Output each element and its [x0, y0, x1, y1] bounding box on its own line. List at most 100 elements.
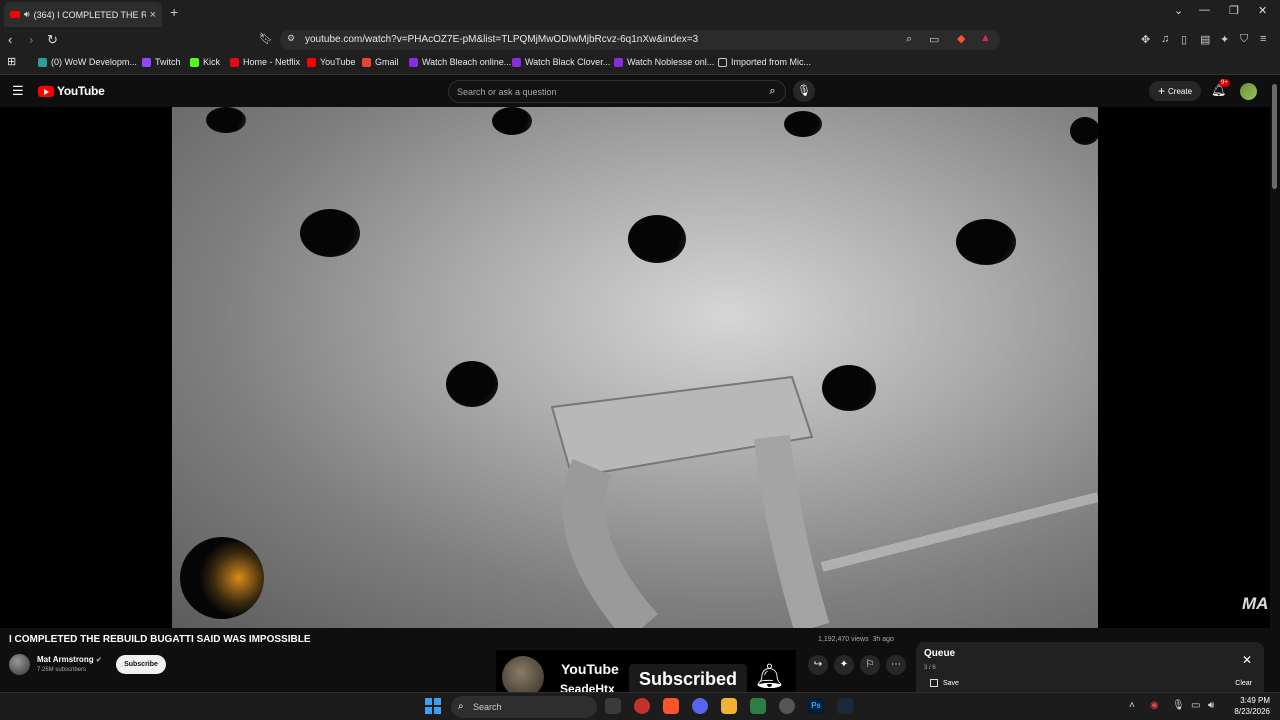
discord-icon[interactable] — [692, 698, 708, 714]
tray-overflow-icon[interactable]: ˄ — [1129, 700, 1135, 711]
extensions-icon[interactable]: ✥ — [1141, 33, 1150, 46]
window-close-icon[interactable]: ✕ — [1258, 4, 1267, 17]
channel-name-text: Mat Armstrong — [37, 655, 94, 664]
taskbar-clock[interactable]: 3:49 PM 8/23/2026 — [1226, 695, 1270, 717]
clock-time: 3:49 PM — [1240, 696, 1270, 705]
plus-icon: + — [1157, 84, 1165, 98]
bookmark-item[interactable]: Kick — [190, 57, 220, 67]
microphone-icon[interactable]: 🎙︎ — [793, 80, 815, 102]
bookmark-favicon-icon — [512, 57, 521, 67]
channel-name[interactable]: Mat Armstrong ✔ — [37, 655, 102, 664]
queue-close-icon[interactable]: ✕ — [1242, 653, 1252, 667]
file-explorer-icon[interactable] — [721, 698, 737, 714]
steam-icon[interactable] — [837, 698, 853, 714]
brave-rewards-icon[interactable]: ▲ — [980, 32, 991, 44]
video-player[interactable]: MA — [0, 107, 1270, 628]
media-icon[interactable]: ♫ — [1161, 33, 1169, 45]
tray-app-icon[interactable]: ◉ — [1150, 700, 1159, 711]
bookmark-favicon-icon — [362, 57, 371, 67]
bookmark-label: Kick — [203, 57, 221, 67]
bookmark-item[interactable]: Gmail — [362, 57, 399, 67]
site-info-icon[interactable]: ⚙ — [287, 33, 295, 44]
forward-icon[interactable]: › — [29, 32, 33, 47]
bookmark-item[interactable]: Watch Bleach online... — [409, 57, 511, 67]
browser-tab[interactable]: 🔊︎ (364) I COMPLETED THE REBU × — [4, 2, 162, 27]
taskbar-search[interactable]: ⌕ Search — [451, 696, 597, 718]
taskbar-search-icon: ⌕ — [458, 701, 464, 712]
bookmark-item[interactable]: Watch Black Clover... — [512, 57, 610, 67]
reload-icon[interactable]: ↻ — [47, 32, 58, 48]
account-avatar[interactable] — [1240, 83, 1257, 100]
tab-close-icon[interactable]: × — [150, 9, 156, 21]
save-bookmark-icon[interactable]: ⚐ — [860, 655, 880, 675]
bookmark-favicon-icon — [614, 57, 623, 67]
hamburger-menu-icon[interactable]: ☰ — [12, 83, 24, 99]
youtube-wordmark: YouTube — [57, 84, 105, 98]
windows-start-icon[interactable] — [425, 698, 441, 714]
search-box: ⌕ — [448, 80, 786, 103]
youtube-favicon-icon — [10, 11, 20, 18]
search-icon[interactable]: ⌕ — [764, 83, 781, 100]
bookmark-item[interactable]: Home - Netflix — [230, 57, 300, 67]
more-actions-icon[interactable]: ⋯ — [886, 655, 906, 675]
folder-icon — [718, 57, 727, 67]
bookmark-label: Watch Black Clover... — [525, 57, 611, 67]
bookmark-label: (0) WoW Developm... — [51, 57, 137, 67]
tab-search-chevron-icon[interactable]: ⌄ — [1174, 4, 1183, 17]
bookmark-label: Twitch — [155, 57, 181, 67]
subscriber-count: 7.26M subscribers — [37, 667, 87, 673]
search-input[interactable] — [457, 84, 757, 99]
page-scrollbar[interactable] — [1272, 84, 1277, 189]
bookmark-item[interactable]: YouTube — [307, 57, 355, 67]
display-tray-icon[interactable]: ▭ — [1191, 700, 1200, 711]
microphone-tray-icon[interactable]: 🎙︎ — [1172, 700, 1185, 711]
apps-grid-icon[interactable]: ⊞ — [7, 55, 16, 68]
browser-menu-icon[interactable]: ≡ — [1260, 33, 1266, 45]
channel-avatar[interactable] — [9, 654, 30, 675]
zoom-search-icon[interactable]: ⌕ — [906, 33, 912, 46]
bookmark-folder[interactable]: Imported from Mic... — [718, 57, 811, 67]
brave-shield-icon[interactable]: ◆ — [957, 32, 965, 45]
subscribed-button[interactable]: Subscribed — [629, 664, 747, 695]
vpn-shield-icon[interactable]: ⛉ — [1240, 33, 1248, 46]
maximize-icon[interactable]: ❐ — [1229, 4, 1239, 17]
checkbox-icon — [930, 679, 938, 687]
queue-save-label: Save — [943, 679, 959, 687]
new-tab-icon[interactable]: + — [170, 4, 178, 20]
queue-save-checkbox[interactable]: Save — [930, 679, 959, 687]
minimize-icon[interactable]: — — [1199, 4, 1210, 16]
app-icon[interactable] — [750, 698, 766, 714]
bookmark-favicon-icon — [409, 57, 418, 67]
cast-icon[interactable]: ▭ — [929, 33, 939, 46]
bookmark-item[interactable]: Watch Noblesse onl... — [614, 57, 714, 67]
queue-position: 3 / 6 — [924, 665, 936, 671]
create-button[interactable]: + Create — [1149, 81, 1201, 101]
task-view-icon[interactable] — [605, 698, 621, 714]
share-icon[interactable]: ↪ — [808, 655, 828, 675]
volume-tray-icon[interactable]: 🔊︎ — [1208, 700, 1214, 711]
bookmark-item[interactable]: (0) WoW Developm... — [38, 57, 137, 67]
url-text[interactable]: youtube.com/watch?v=PHAcOZ7E-pM&list=TLP… — [305, 34, 698, 45]
view-count: 1,192,470 views — [818, 636, 869, 643]
app-icon[interactable] — [634, 698, 650, 714]
queue-title: Queue — [924, 648, 956, 659]
brave-browser-icon[interactable] — [663, 698, 679, 714]
video-title: I COMPLETED THE REBUILD BUGATTI SAID WAS… — [9, 634, 311, 645]
address-bar[interactable]: ⚙ youtube.com/watch?v=PHAcOZ7E-pM&list=T… — [280, 30, 1000, 50]
youtube-logo[interactable]: YouTube — [38, 84, 105, 98]
leo-ai-icon[interactable]: ✦ — [1220, 33, 1229, 46]
back-icon[interactable]: ‹ — [8, 32, 12, 47]
sidebar-icon[interactable]: ▯ — [1181, 33, 1187, 46]
app-icon[interactable] — [779, 698, 795, 714]
photoshop-icon[interactable]: Ps — [808, 698, 824, 714]
video-frame[interactable] — [172, 107, 1098, 628]
subscribe-button[interactable]: Subscribe — [116, 655, 166, 674]
queue-clear-button[interactable]: Clear — [1235, 680, 1252, 687]
verified-check-icon: ✔ — [95, 657, 102, 664]
wallet-icon[interactable]: ▤ — [1200, 33, 1210, 46]
ask-ai-icon[interactable]: ✦ — [834, 655, 854, 675]
bookmark-item[interactable]: Twitch — [142, 57, 181, 67]
create-label: Create — [1168, 86, 1193, 96]
audio-playing-icon[interactable]: 🔊︎ — [24, 9, 30, 20]
bookmark-icon[interactable]: 🔖︎ — [259, 32, 273, 45]
